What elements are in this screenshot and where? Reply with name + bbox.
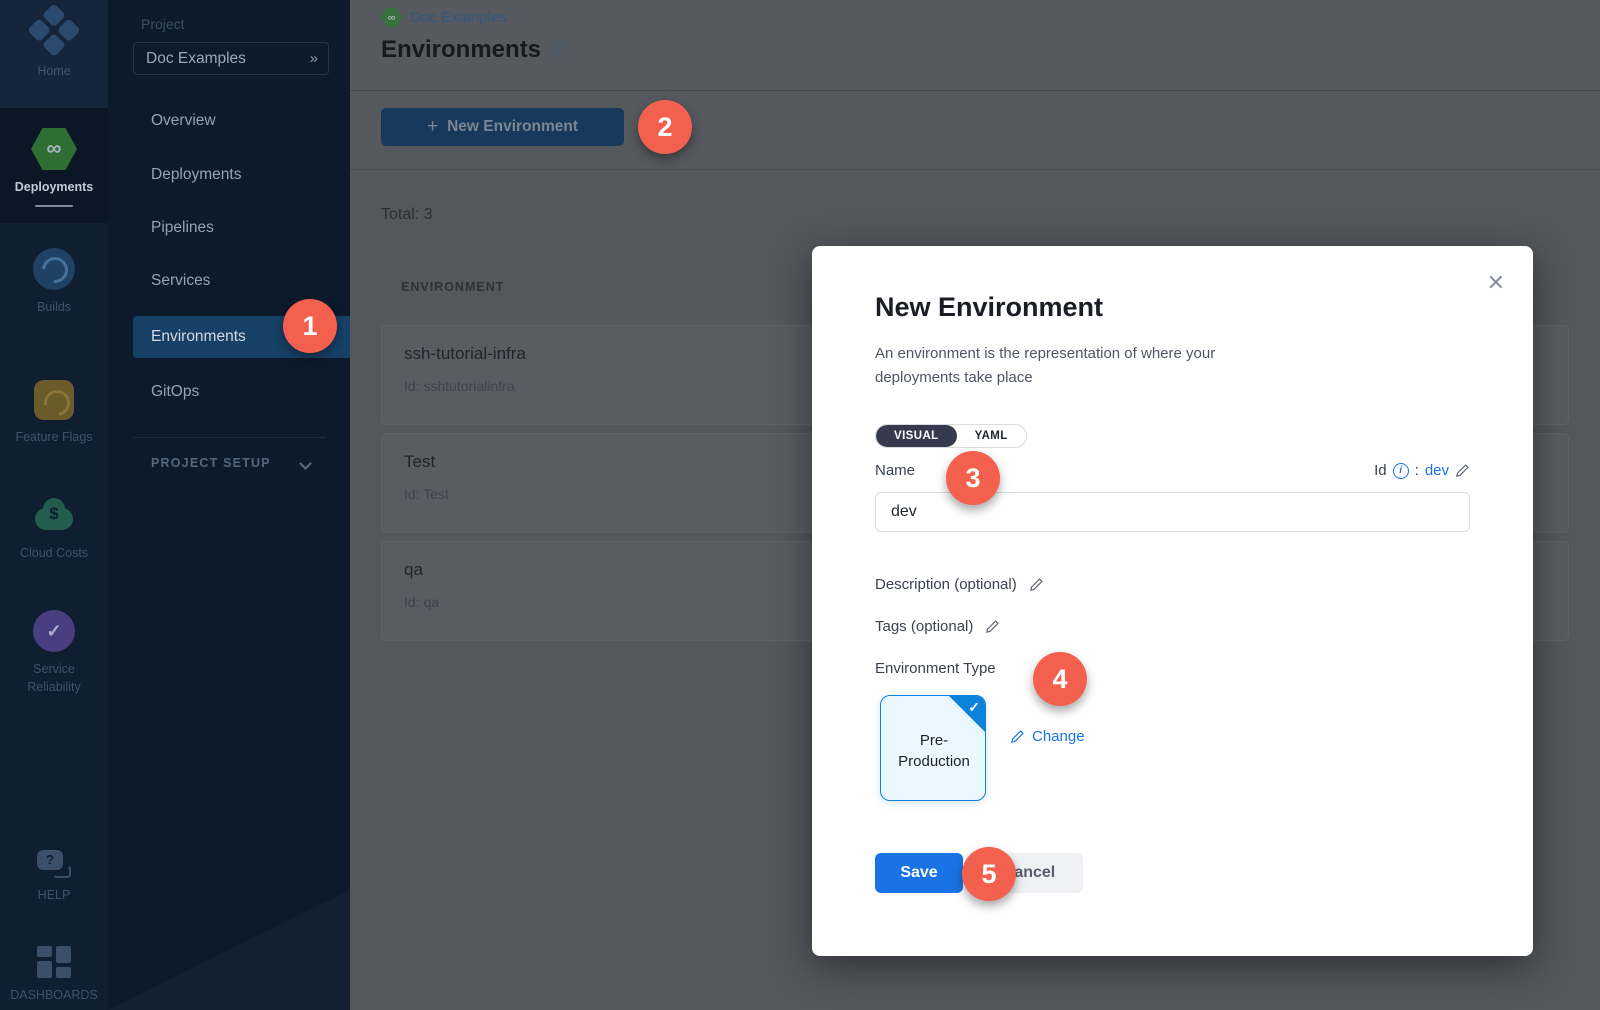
deployments-module-icon: ∞ <box>381 8 402 27</box>
active-module-underline <box>35 205 73 207</box>
sidebar-item-feature-flags[interactable]: Feature Flags <box>0 380 108 446</box>
modal-title: New Environment <box>875 292 1103 323</box>
project-setup-toggle[interactable]: PROJECT SETUP <box>151 456 271 470</box>
description-label: Description (optional) <box>875 576 1017 593</box>
module-rail: Home ∞ Deployments Builds Feature Flags … <box>0 0 108 1010</box>
sidebar-decoration <box>108 890 350 1010</box>
environment-name: Test <box>404 452 435 472</box>
step-badge-2: 2 <box>638 100 692 154</box>
sidebar-item-builds[interactable]: Builds <box>0 248 108 316</box>
edit-pencil-icon <box>1010 729 1025 744</box>
modal-description: An environment is the representation of … <box>875 342 1275 390</box>
sidebar-item-home[interactable]: Home <box>0 12 108 80</box>
environment-name: qa <box>404 560 423 580</box>
sidebar-item-help[interactable]: ? HELP <box>0 850 108 904</box>
tab-yaml[interactable]: YAML <box>957 425 1026 447</box>
sidebar-item-service-reliability[interactable]: ✓ Service Reliability <box>0 610 108 696</box>
step-badge-4: 4 <box>1033 652 1087 706</box>
dashboards-icon <box>37 946 71 978</box>
sidebar-item-pipelines[interactable]: Pipelines <box>108 218 350 238</box>
page: ∞ Doc Examples › Environments i + New En… <box>0 0 1600 1010</box>
table-header-environment: ENVIRONMENT <box>401 280 504 294</box>
id-label: Id <box>1374 462 1387 479</box>
home-icon <box>24 3 83 62</box>
help-icon: ? <box>37 850 71 878</box>
plus-icon: + <box>427 116 438 138</box>
environment-type-card[interactable]: ✓ Pre-Production <box>880 695 986 801</box>
environment-type-label: Environment Type <box>875 660 996 677</box>
double-chevron-icon: » <box>310 50 316 67</box>
name-label: Name <box>875 462 915 479</box>
edit-id-icon[interactable] <box>1455 463 1470 478</box>
service-reliability-icon: ✓ <box>33 610 75 652</box>
save-button[interactable]: Save <box>875 853 963 893</box>
new-environment-button[interactable]: + New Environment <box>381 108 624 146</box>
project-name: Doc Examples <box>146 50 246 68</box>
change-environment-type-link[interactable]: Change <box>1010 728 1085 745</box>
breadcrumb-project-link[interactable]: Doc Examples <box>410 9 507 26</box>
sidebar-item-gitops[interactable]: GitOps <box>108 382 350 402</box>
sidebar-item-overview[interactable]: Overview <box>108 111 350 131</box>
id-colon: : <box>1415 462 1419 479</box>
environment-name: ssh-tutorial-infra <box>404 344 526 364</box>
step-badge-3: 3 <box>946 451 1000 505</box>
deployments-icon: ∞ <box>31 128 77 170</box>
environment-id: Id: sshtutorialinfra <box>404 378 515 394</box>
total-count: Total: 3 <box>381 206 433 224</box>
step-badge-5: 5 <box>962 847 1016 901</box>
check-icon: ✓ <box>968 699 980 716</box>
title-info-icon[interactable]: i <box>551 42 568 59</box>
tags-label: Tags (optional) <box>875 618 973 635</box>
sidebar-item-cloud-costs[interactable]: $ Cloud Costs <box>0 496 108 562</box>
sidebar-item-deployments[interactable]: ∞ Deployments <box>0 128 108 207</box>
cloud-costs-icon: $ <box>31 496 77 536</box>
project-selector[interactable]: Doc Examples » <box>133 42 329 75</box>
environment-id: Id: qa <box>404 594 439 610</box>
step-badge-1: 1 <box>283 299 337 353</box>
page-title: Environments <box>381 36 541 64</box>
project-label: Project <box>141 16 185 32</box>
id-value: dev <box>1425 462 1449 479</box>
environment-type-value: Pre-Production <box>881 730 986 772</box>
project-sidebar: Project Doc Examples » Overview Deployme… <box>108 0 350 1010</box>
sidebar-item-services[interactable]: Services <box>108 271 350 291</box>
visual-yaml-toggle: VISUAL YAML <box>875 424 1027 448</box>
chevron-down-icon[interactable] <box>299 457 312 470</box>
sidebar-item-dashboards[interactable]: DASHBOARDS <box>0 946 108 1004</box>
edit-description-icon[interactable] <box>1029 577 1044 592</box>
close-icon[interactable]: ✕ <box>1487 270 1505 296</box>
feature-flags-icon <box>34 380 74 420</box>
edit-tags-icon[interactable] <box>985 619 1000 634</box>
chevron-right-icon: › <box>515 9 520 26</box>
new-environment-modal: ✕ New Environment An environment is the … <box>812 246 1533 956</box>
sidebar-item-deployments-sub[interactable]: Deployments <box>108 165 350 185</box>
environment-id: Id: Test <box>404 486 449 502</box>
id-info-icon[interactable]: i <box>1393 463 1409 479</box>
tab-visual[interactable]: VISUAL <box>876 425 957 447</box>
divider <box>133 437 326 438</box>
breadcrumb: ∞ Doc Examples › <box>381 8 520 27</box>
builds-icon <box>33 248 75 290</box>
